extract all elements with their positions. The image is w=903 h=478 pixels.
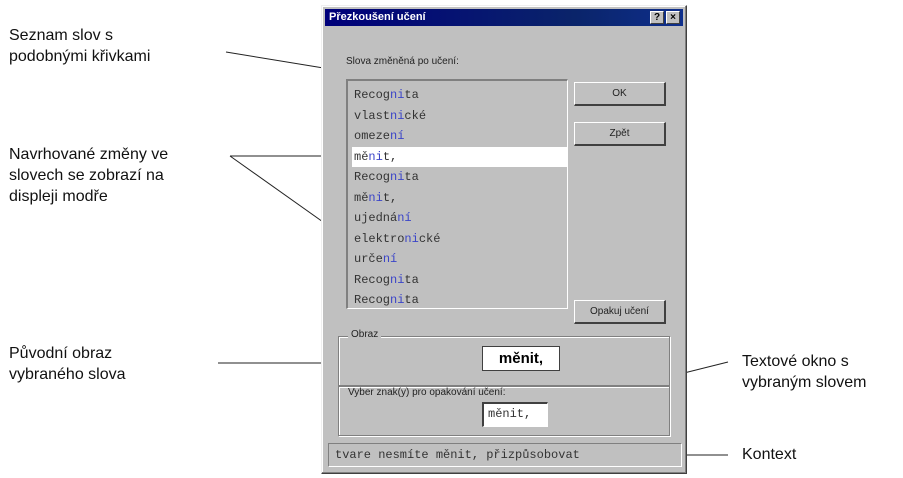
list-label: Slova změněná po učení: [346,56,459,67]
dialog-titlebar[interactable]: Přezkoušení učení ? × [325,9,683,26]
proposed-change-highlight: ni [390,293,405,307]
ok-button[interactable]: OK [574,82,666,106]
proposed-change-highlight: ní [397,211,412,225]
word-prefix: Recog [354,293,391,307]
list-item[interactable]: ujednání [352,208,567,229]
dialog-title: Přezkoušení učení [329,11,426,23]
word-prefix: vlast [354,108,391,123]
list-item[interactable]: Recognita [352,85,567,106]
callout-text-box: Textové okno s vybraným slovem [742,353,867,391]
callout-context: Kontext [742,446,797,463]
word-prefix: omeze [354,129,391,143]
list-item[interactable]: elektronické [352,229,567,250]
word-suffix: t, [382,149,398,164]
list-item[interactable]: vlastnické [352,106,567,127]
proposed-change-highlight: ni [390,170,405,184]
proposed-change-highlight: ni [390,88,405,102]
list-item[interactable]: měnit, [352,146,567,167]
proposed-change-highlight: ni [368,190,383,205]
word-suffix: ta [404,272,419,287]
proposed-change-highlight: ní [382,252,398,266]
callout-proposed-changes: Navrhované změny ve slovech se zobrazí n… [9,146,169,205]
proposed-change-highlight: ni [368,149,383,164]
close-button[interactable]: × [666,11,680,24]
list-item[interactable]: omezení [352,126,567,147]
word-suffix: ta [404,293,419,307]
word-prefix: ujedná [354,211,398,225]
list-item[interactable]: Recognita [352,290,567,311]
back-button[interactable]: Zpět [574,122,666,146]
image-group-label: Obraz [348,329,382,340]
help-button[interactable]: ? [650,11,664,24]
proposed-change-highlight: ní [390,129,405,143]
word-prefix: mě [354,190,369,205]
callout-word-list: Seznam slov s podobnými křivkami [9,27,151,65]
word-prefix: Recog [354,272,391,287]
context-field: tvare nesmíte měnit, přizpůsobovat [328,443,682,467]
list-item[interactable]: Recognita [352,167,567,188]
callout-original-image: Původní obraz vybraného slova [9,345,126,383]
proposed-change-highlight: ni [390,108,405,123]
original-word-image: měnit, [482,346,560,371]
word-suffix: ta [404,88,419,102]
selected-word-input[interactable]: měnit, [482,402,548,427]
word-suffix: cké [404,108,427,123]
word-prefix: urče [354,252,383,266]
changed-words-list[interactable]: Recognita vlastnické omezení měnit, Recognit… [346,79,568,309]
word-suffix: ta [404,170,419,184]
list-item[interactable]: určení [352,249,567,270]
word-suffix: t, [382,190,398,205]
word-prefix: Recog [354,170,391,184]
repeat-learning-button[interactable]: Opakuj učení [574,300,666,324]
word-prefix: elektro [354,231,405,246]
list-item[interactable]: měnit, [352,188,567,209]
proposed-change-highlight: ni [390,272,405,287]
chars-group-label: Vyber znak(y) pro opakování učení: [348,387,506,398]
word-prefix: Recog [354,88,391,102]
learning-review-dialog: Přezkoušení učení ? × Slova změněná po u… [321,5,687,474]
word-prefix: mě [354,149,369,164]
word-suffix: cké [418,231,441,246]
proposed-change-highlight: ni [404,231,419,246]
list-item[interactable]: Recognita [352,270,567,291]
